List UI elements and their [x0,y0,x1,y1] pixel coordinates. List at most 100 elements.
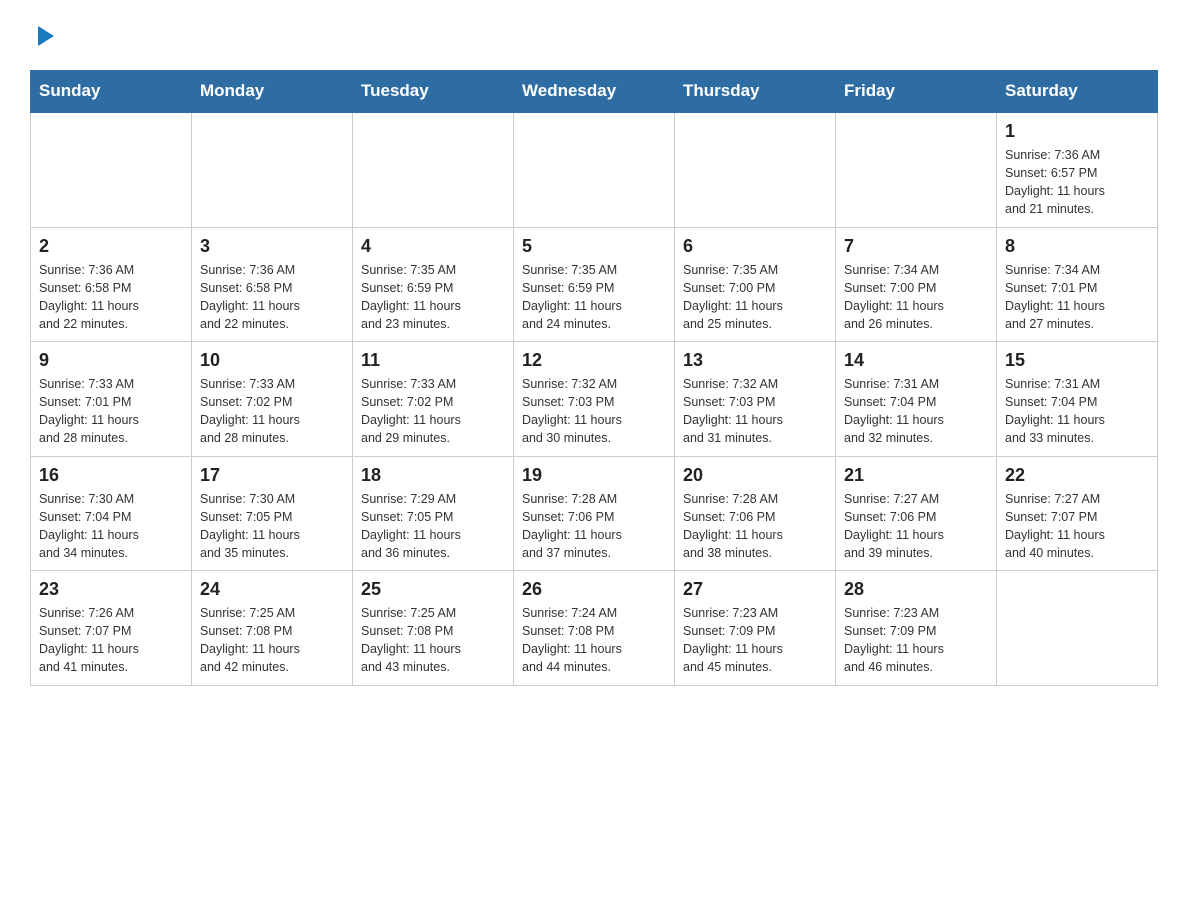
day-number: 14 [844,350,988,371]
day-number: 5 [522,236,666,257]
page-header [30,20,1158,50]
calendar-cell [675,112,836,227]
day-number: 16 [39,465,183,486]
calendar-cell [353,112,514,227]
calendar-cell [836,112,997,227]
day-info: Sunrise: 7:36 AMSunset: 6:58 PMDaylight:… [39,261,183,334]
day-info: Sunrise: 7:28 AMSunset: 7:06 PMDaylight:… [683,490,827,563]
calendar-cell: 9 Sunrise: 7:33 AMSunset: 7:01 PMDaylight… [31,342,192,457]
logo-triangle-icon [30,22,58,50]
day-number: 1 [1005,121,1149,142]
calendar-cell: 28 Sunrise: 7:23 AMSunset: 7:09 PMDayligh… [836,571,997,686]
day-number: 10 [200,350,344,371]
calendar-cell: 26 Sunrise: 7:24 AMSunset: 7:08 PMDayligh… [514,571,675,686]
calendar-week-row: 2 Sunrise: 7:36 AMSunset: 6:58 PMDaylight… [31,227,1158,342]
calendar-cell: 3 Sunrise: 7:36 AMSunset: 6:58 PMDaylight… [192,227,353,342]
day-info: Sunrise: 7:29 AMSunset: 7:05 PMDaylight:… [361,490,505,563]
calendar-cell: 15Sunrise: 7:31 AMSunset: 7:04 PMDayligh… [997,342,1158,457]
day-info: Sunrise: 7:35 AMSunset: 6:59 PMDaylight:… [361,261,505,334]
calendar-cell: 25 Sunrise: 7:25 AMSunset: 7:08 PMDayligh… [353,571,514,686]
day-number: 13 [683,350,827,371]
day-number: 22 [1005,465,1149,486]
day-info: Sunrise: 7:24 AMSunset: 7:08 PMDaylight:… [522,604,666,677]
day-number: 23 [39,579,183,600]
day-number: 25 [361,579,505,600]
calendar-cell: 1 Sunrise: 7:36 AMSunset: 6:57 PMDaylight… [997,112,1158,227]
day-info: Sunrise: 7:23 AMSunset: 7:09 PMDaylight:… [844,604,988,677]
day-number: 7 [844,236,988,257]
day-info: Sunrise: 7:27 AMSunset: 7:07 PMDaylight:… [1005,490,1149,563]
calendar-cell: 13 Sunrise: 7:32 AMSunset: 7:03 PMDayligh… [675,342,836,457]
calendar-cell: 18 Sunrise: 7:29 AMSunset: 7:05 PMDayligh… [353,456,514,571]
day-number: 2 [39,236,183,257]
day-header-saturday: Saturday [997,71,1158,113]
calendar-cell: 23 Sunrise: 7:26 AMSunset: 7:07 PMDayligh… [31,571,192,686]
day-info: Sunrise: 7:23 AMSunset: 7:09 PMDaylight:… [683,604,827,677]
calendar-cell: 11Sunrise: 7:33 AMSunset: 7:02 PMDayligh… [353,342,514,457]
calendar-table: SundayMondayTuesdayWednesdayThursdayFrid… [30,70,1158,686]
day-number: 15 [1005,350,1149,371]
calendar-cell: 17Sunrise: 7:30 AMSunset: 7:05 PMDayligh… [192,456,353,571]
day-info: Sunrise: 7:36 AMSunset: 6:58 PMDaylight:… [200,261,344,334]
day-number: 19 [522,465,666,486]
day-number: 27 [683,579,827,600]
day-header-sunday: Sunday [31,71,192,113]
calendar-cell: 10 Sunrise: 7:33 AMSunset: 7:02 PMDayligh… [192,342,353,457]
day-number: 9 [39,350,183,371]
day-number: 18 [361,465,505,486]
calendar-cell: 22 Sunrise: 7:27 AMSunset: 7:07 PMDayligh… [997,456,1158,571]
day-info: Sunrise: 7:28 AMSunset: 7:06 PMDaylight:… [522,490,666,563]
day-info: Sunrise: 7:31 AMSunset: 7:04 PMDaylight:… [844,375,988,448]
calendar-week-row: 16 Sunrise: 7:30 AMSunset: 7:04 PMDayligh… [31,456,1158,571]
day-info: Sunrise: 7:27 AMSunset: 7:06 PMDaylight:… [844,490,988,563]
calendar-week-row: 9 Sunrise: 7:33 AMSunset: 7:01 PMDaylight… [31,342,1158,457]
day-info: Sunrise: 7:34 AMSunset: 7:00 PMDaylight:… [844,261,988,334]
day-info: Sunrise: 7:32 AMSunset: 7:03 PMDaylight:… [522,375,666,448]
day-header-monday: Monday [192,71,353,113]
calendar-header-row: SundayMondayTuesdayWednesdayThursdayFrid… [31,71,1158,113]
calendar-cell [31,112,192,227]
day-header-wednesday: Wednesday [514,71,675,113]
calendar-cell: 5 Sunrise: 7:35 AMSunset: 6:59 PMDaylight… [514,227,675,342]
calendar-cell: 4 Sunrise: 7:35 AMSunset: 6:59 PMDaylight… [353,227,514,342]
calendar-cell: 2 Sunrise: 7:36 AMSunset: 6:58 PMDaylight… [31,227,192,342]
day-number: 28 [844,579,988,600]
calendar-week-row: 23 Sunrise: 7:26 AMSunset: 7:07 PMDayligh… [31,571,1158,686]
calendar-week-row: 1 Sunrise: 7:36 AMSunset: 6:57 PMDaylight… [31,112,1158,227]
day-info: Sunrise: 7:36 AMSunset: 6:57 PMDaylight:… [1005,146,1149,219]
calendar-cell: 8Sunrise: 7:34 AMSunset: 7:01 PMDaylight… [997,227,1158,342]
logo [30,20,58,50]
calendar-cell: 12 Sunrise: 7:32 AMSunset: 7:03 PMDayligh… [514,342,675,457]
day-info: Sunrise: 7:34 AMSunset: 7:01 PMDaylight:… [1005,261,1149,334]
calendar-cell [514,112,675,227]
day-number: 12 [522,350,666,371]
day-info: Sunrise: 7:26 AMSunset: 7:07 PMDaylight:… [39,604,183,677]
day-header-thursday: Thursday [675,71,836,113]
day-header-friday: Friday [836,71,997,113]
day-info: Sunrise: 7:35 AMSunset: 7:00 PMDaylight:… [683,261,827,334]
calendar-cell: 7 Sunrise: 7:34 AMSunset: 7:00 PMDaylight… [836,227,997,342]
day-number: 4 [361,236,505,257]
calendar-cell: 6 Sunrise: 7:35 AMSunset: 7:00 PMDaylight… [675,227,836,342]
day-info: Sunrise: 7:25 AMSunset: 7:08 PMDaylight:… [361,604,505,677]
calendar-cell: 20 Sunrise: 7:28 AMSunset: 7:06 PMDayligh… [675,456,836,571]
day-number: 3 [200,236,344,257]
calendar-cell: 21 Sunrise: 7:27 AMSunset: 7:06 PMDayligh… [836,456,997,571]
day-info: Sunrise: 7:35 AMSunset: 6:59 PMDaylight:… [522,261,666,334]
day-number: 24 [200,579,344,600]
day-number: 6 [683,236,827,257]
day-number: 20 [683,465,827,486]
calendar-cell: 27 Sunrise: 7:23 AMSunset: 7:09 PMDayligh… [675,571,836,686]
day-header-tuesday: Tuesday [353,71,514,113]
day-number: 26 [522,579,666,600]
day-info: Sunrise: 7:33 AMSunset: 7:01 PMDaylight:… [39,375,183,448]
day-info: Sunrise: 7:33 AMSunset: 7:02 PMDaylight:… [200,375,344,448]
calendar-cell [192,112,353,227]
day-info: Sunrise: 7:33 AMSunset: 7:02 PMDaylight:… [361,375,505,448]
day-info: Sunrise: 7:32 AMSunset: 7:03 PMDaylight:… [683,375,827,448]
day-info: Sunrise: 7:25 AMSunset: 7:08 PMDaylight:… [200,604,344,677]
day-number: 17 [200,465,344,486]
day-number: 21 [844,465,988,486]
calendar-cell: 14 Sunrise: 7:31 AMSunset: 7:04 PMDayligh… [836,342,997,457]
day-info: Sunrise: 7:30 AMSunset: 7:04 PMDaylight:… [39,490,183,563]
